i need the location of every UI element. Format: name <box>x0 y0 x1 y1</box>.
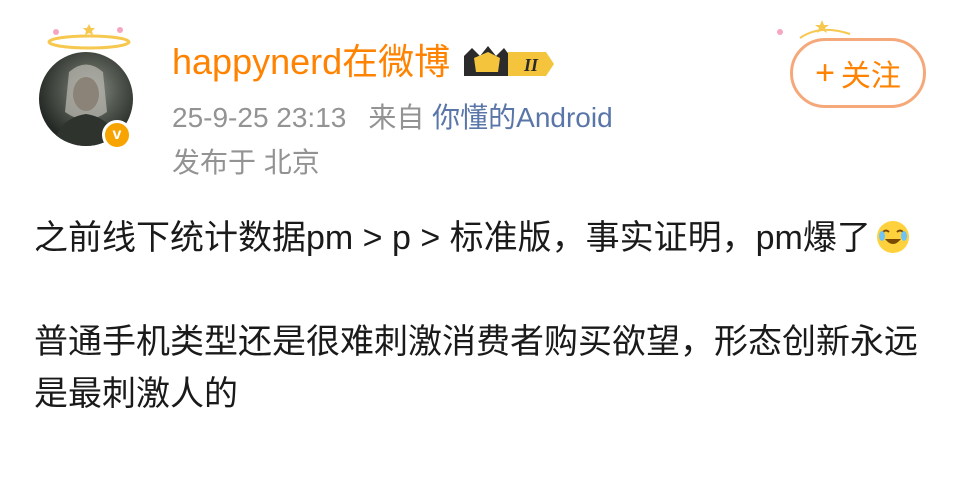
post-timestamp: 25-9-25 23:13 <box>172 102 347 133</box>
post-location: 发布于 北京 <box>172 147 320 178</box>
follow-button[interactable]: + 关注 <box>790 38 926 108</box>
post-body: 之前线下统计数据pm > p > 标准版，事实证明，pm爆了 普通手机类型还是很… <box>34 212 934 420</box>
verified-badge-icon: v <box>102 120 132 150</box>
follow-button-label: 关注 <box>840 60 901 93</box>
author-name[interactable]: happynerd在微博 <box>172 38 450 86</box>
avatar-container[interactable]: v <box>34 20 144 150</box>
source-prefix: 来自 <box>368 102 425 133</box>
follow-area: + 关注 <box>760 14 940 114</box>
crown-level-badge-icon[interactable]: II <box>460 42 556 82</box>
plus-icon: + <box>815 54 835 92</box>
post-header: v happynerd在微博 II 25-9-25 23:13 来自 你懂的And… <box>0 0 960 195</box>
post-paragraph: 之前线下统计数据pm > p > 标准版，事实证明，pm爆了 <box>34 212 934 264</box>
halo-decoration-icon <box>47 24 131 50</box>
source-link[interactable]: 你懂的Android <box>432 102 613 133</box>
level-badge-label: II <box>523 55 539 75</box>
post-meta: 25-9-25 23:13 来自 你懂的Android <box>172 100 613 136</box>
crying-laughing-emoji-icon <box>876 221 909 253</box>
post-paragraph-text: 之前线下统计数据pm > p > 标准版，事实证明，pm爆了 <box>34 219 871 257</box>
author-row: happynerd在微博 II <box>172 38 556 86</box>
post-paragraph: 普通手机类型还是很难刺激消费者购买欲望，形态创新永远是最刺激人的 <box>34 323 918 413</box>
